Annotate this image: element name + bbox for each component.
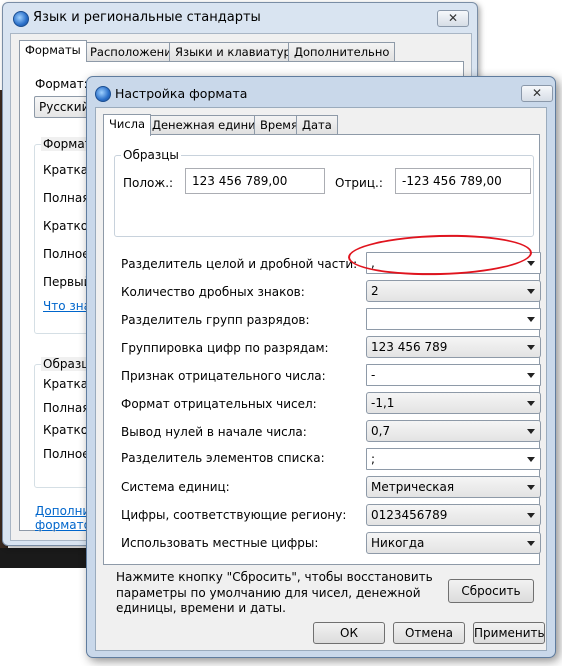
dialog-client: Числа Денежная единица Время Дата Образц… [95, 107, 547, 651]
tab-languages[interactable]: Языки и клавиатуры [169, 42, 306, 62]
negative-sample: -123 456 789,00 [395, 168, 531, 194]
native-digits-select[interactable]: 0123456789 [366, 504, 541, 526]
chevron-down-icon [527, 401, 535, 406]
tab-numbers[interactable]: Числа [103, 114, 152, 136]
format-label: Формат: [35, 77, 88, 91]
decimal-digits-select[interactable]: 2 [366, 280, 541, 302]
combo-value: Метрическая [371, 480, 455, 494]
leading-zero-label: Вывод нулей в начале числа: [121, 425, 307, 439]
format-item: Полная [43, 191, 90, 205]
combo-value: 123 456 789 [371, 340, 448, 354]
group-caption: Образц [41, 357, 92, 371]
ok-button[interactable]: ОК [313, 622, 385, 644]
digit-grouping-select[interactable]: 123 456 789 [366, 336, 541, 358]
format-settings-dialog: Настройка формата ✕ Числа Денежная едини… [86, 76, 556, 658]
numbers-panel: Образцы Полож.: 123 456 789,00 Отриц.: -… [103, 134, 541, 565]
combo-value: , [371, 256, 375, 270]
globe-icon [95, 86, 111, 102]
samples-caption: Образцы [121, 148, 181, 162]
combo-value: - [371, 368, 376, 382]
tab-date[interactable]: Дата [296, 115, 338, 135]
combo-value: 0123456789 [371, 508, 448, 522]
tab-formats[interactable]: Форматы [19, 40, 87, 62]
combo-value: Никогда [371, 536, 425, 550]
sample-item: Полное [43, 447, 90, 461]
measurement-system-label: Система единиц: [121, 480, 230, 494]
globe-icon [13, 11, 29, 27]
format-item: Первый [43, 275, 92, 289]
samples-group: Образцы Полож.: 123 456 789,00 Отриц.: -… [114, 148, 534, 237]
negative-label: Отриц.: [335, 176, 383, 190]
combo-value: 0,7 [371, 424, 391, 438]
decimal-separator-label: Разделитель целой и дробной части: [121, 257, 358, 271]
decimal-separator-select[interactable]: , [366, 252, 541, 274]
chevron-down-icon [527, 373, 535, 378]
positive-label: Полож.: [123, 176, 174, 190]
negative-sign-label: Признак отрицательного числа: [121, 369, 326, 383]
combo-value: ; [371, 452, 376, 466]
chevron-down-icon [527, 261, 535, 266]
group-separator-label: Разделитель групп разрядов: [121, 313, 310, 327]
apply-button[interactable]: Применить [473, 622, 545, 644]
digit-grouping-label: Группировка цифр по разрядам: [121, 341, 329, 355]
use-native-digits-select[interactable]: Никогда [366, 532, 541, 554]
window-title: Язык и региональные стандарты [33, 10, 261, 25]
chevron-down-icon [527, 541, 535, 546]
group-separator-select[interactable] [366, 308, 541, 330]
positive-sample: 123 456 789,00 [185, 168, 325, 194]
measurement-system-select[interactable]: Метрическая [366, 476, 541, 498]
sample-item: Полная [43, 401, 90, 415]
chevron-down-icon [527, 513, 535, 518]
taskbar-fragment [0, 548, 86, 568]
combo-value: -1,1 [371, 396, 395, 410]
negative-format-label: Формат отрицательных чисел: [121, 397, 317, 411]
list-separator-select[interactable]: ; [366, 448, 541, 470]
use-native-digits-label: Использовать местные цифры: [121, 536, 319, 550]
decimal-digits-label: Количество дробных знаков: [121, 285, 305, 299]
chevron-down-icon [527, 317, 535, 322]
list-separator-label: Разделитель элементов списка: [121, 451, 325, 465]
native-digits-label: Цифры, соответствующие региону: [121, 508, 347, 522]
tab-advanced[interactable]: Дополнительно [288, 42, 396, 62]
chevron-down-icon [527, 429, 535, 434]
reset-note: Нажмите кнопку "Сбросить", чтобы восстан… [116, 570, 433, 615]
chevron-down-icon [527, 289, 535, 294]
negative-sign-select[interactable]: - [366, 364, 541, 386]
dialog-title: Настройка формата [115, 86, 248, 101]
close-button[interactable]: ✕ [437, 10, 469, 27]
combo-value: 2 [371, 284, 379, 298]
format-item: Полное [43, 247, 90, 261]
cancel-button[interactable]: Отмена [393, 622, 465, 644]
chevron-down-icon [527, 457, 535, 462]
reset-button[interactable]: Сбросить [448, 579, 534, 603]
leading-zero-select[interactable]: 0,7 [366, 420, 541, 442]
chevron-down-icon [527, 485, 535, 490]
chevron-down-icon [527, 345, 535, 350]
close-button[interactable]: ✕ [521, 85, 553, 102]
negative-format-select[interactable]: -1,1 [366, 392, 541, 414]
